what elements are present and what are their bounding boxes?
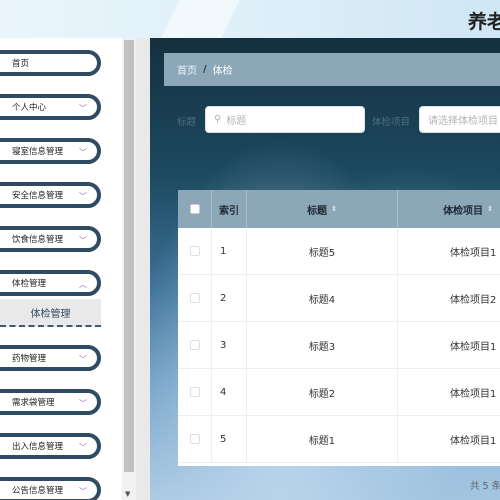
sidebar-item-label: 安全信息管理: [12, 191, 64, 201]
cell-project: 体检项目2: [450, 294, 497, 306]
sort-icon[interactable]: ⇕: [487, 205, 493, 213]
select-all-checkbox[interactable]: [189, 204, 200, 214]
sidebar-item-safety[interactable]: 安全信息管理 ﹀: [0, 182, 101, 208]
row-checkbox[interactable]: [189, 387, 200, 397]
chevron-down-icon: ﹀: [79, 487, 87, 496]
cell-index: 3: [212, 322, 247, 368]
table-row[interactable]: 5 标题1 体检项目1: [178, 416, 500, 463]
row-checkbox-cell[interactable]: [178, 322, 212, 368]
table-row[interactable]: 1 标题5 体检项目1: [178, 228, 500, 275]
sidebar-item-dorm[interactable]: 寝室信息管理 ﹀: [0, 138, 101, 164]
scroll-down-arrow-icon[interactable]: ▼: [125, 490, 130, 498]
row-checkbox[interactable]: [189, 434, 200, 444]
title-filter-label: 标题: [177, 117, 197, 128]
column-header-title[interactable]: 标题 ⇕: [247, 190, 398, 228]
sidebar-item-needs[interactable]: 需求袋管理 ﹀: [0, 389, 101, 415]
sidebar-item-label: 需求袋管理: [12, 398, 55, 408]
sidebar-item-label: 药物管理: [12, 354, 47, 364]
breadcrumb: 首页 / 体检: [164, 53, 500, 86]
chevron-down-icon: ﹀: [79, 148, 87, 157]
row-checkbox-cell[interactable]: [178, 228, 212, 274]
sidebar-item-label: 寝室信息管理: [12, 147, 64, 157]
sidebar-item-label: 出入信息管理: [12, 442, 64, 452]
chevron-down-icon: ﹀: [79, 399, 87, 408]
row-checkbox[interactable]: [189, 246, 200, 256]
cell-title: 标题3: [247, 322, 398, 368]
row-checkbox[interactable]: [189, 340, 200, 350]
content-left-strip: [136, 38, 150, 500]
sort-icon[interactable]: ⇕: [331, 205, 337, 213]
sidebar-item-personal-center[interactable]: 个人中心 ﹀: [0, 94, 101, 120]
submenu-item-checkup-management[interactable]: 体检管理: [0, 299, 101, 327]
cell-project: 体检项目1: [450, 247, 497, 259]
sidebar-item-label: 饮食信息管理: [12, 235, 64, 245]
sidebar-item-medicine[interactable]: 药物管理 ﹀: [0, 345, 101, 371]
cell-project: 体检项目1: [450, 388, 497, 400]
header-light-streak: [151, 0, 249, 38]
row-checkbox[interactable]: [189, 293, 200, 303]
breadcrumb-separator: /: [203, 64, 207, 75]
sidebar-item-label: 首页: [12, 59, 30, 69]
title-search-input[interactable]: ⚲ 标题: [205, 106, 365, 133]
search-icon: ⚲: [214, 114, 222, 125]
sidebar-item-checkup[interactable]: 体检管理 ︿: [0, 270, 101, 296]
table-row[interactable]: 4 标题2 体检项目1: [178, 369, 500, 416]
sidebar: 首页 个人中心 ﹀ 寝室信息管理 ﹀ 安全信息管理 ﹀ 饮食信息管理 ﹀ 体检管理 ︿ 体…: [0, 38, 122, 500]
chevron-down-icon: ﹀: [79, 236, 87, 245]
sidebar-scrollbar[interactable]: ▼: [122, 38, 136, 500]
app-title: 养老: [468, 11, 500, 33]
cell-title: 标题1: [247, 416, 398, 462]
sidebar-item-home[interactable]: 首页: [0, 50, 101, 76]
title-placeholder: 标题: [226, 116, 247, 127]
cell-index: 4: [212, 369, 247, 415]
pagination-total: 共 5 条: [470, 481, 500, 492]
chevron-down-icon: ﹀: [79, 443, 87, 452]
cell-index: 5: [212, 416, 247, 462]
cell-title: 标题4: [247, 275, 398, 321]
sidebar-item-label: 个人中心: [12, 103, 47, 113]
table-header: 索引 标题 ⇕ 体检项目 ⇕: [178, 190, 500, 228]
cell-project: 体检项目1: [450, 435, 497, 447]
top-header: 养老: [0, 0, 500, 38]
cell-title: 标题2: [247, 369, 398, 415]
chevron-up-icon: ︿: [79, 280, 87, 289]
chevron-down-icon: ﹀: [79, 192, 87, 201]
cell-index: 2: [212, 275, 247, 321]
column-header-index: 索引: [212, 190, 247, 228]
breadcrumb-current: 体检: [212, 66, 233, 77]
project-select[interactable]: 请选择体检项目: [419, 106, 500, 133]
data-table: 索引 标题 ⇕ 体检项目 ⇕ 1 标题5 体检项目1 2 标题4 体检项目2 3 标…: [178, 190, 500, 466]
select-all-cell[interactable]: [178, 190, 212, 228]
sidebar-item-access[interactable]: 出入信息管理 ﹀: [0, 433, 101, 459]
cell-project: 体检项目1: [450, 341, 497, 353]
table-row[interactable]: 2 标题4 体检项目2: [178, 275, 500, 322]
sidebar-item-diet[interactable]: 饮食信息管理 ﹀: [0, 226, 101, 252]
project-filter-label: 体检项目: [372, 117, 411, 128]
row-checkbox-cell[interactable]: [178, 369, 212, 415]
cell-title: 标题5: [247, 228, 398, 274]
sidebar-item-notice[interactable]: 公告信息管理 ﹀: [0, 477, 101, 500]
project-placeholder: 请选择体检项目: [428, 116, 498, 127]
table-row[interactable]: 3 标题3 体检项目1: [178, 322, 500, 369]
row-checkbox-cell[interactable]: [178, 275, 212, 321]
sidebar-item-label: 体检管理: [12, 279, 47, 289]
breadcrumb-home[interactable]: 首页: [177, 62, 197, 77]
scrollbar-thumb[interactable]: [124, 40, 134, 472]
row-checkbox-cell[interactable]: [178, 416, 212, 462]
chevron-down-icon: ﹀: [79, 104, 87, 113]
cell-index: 1: [212, 228, 247, 274]
sidebar-item-label: 公告信息管理: [12, 486, 64, 496]
chevron-down-icon: ﹀: [79, 355, 87, 364]
column-header-project[interactable]: 体检项目 ⇕: [398, 190, 500, 228]
